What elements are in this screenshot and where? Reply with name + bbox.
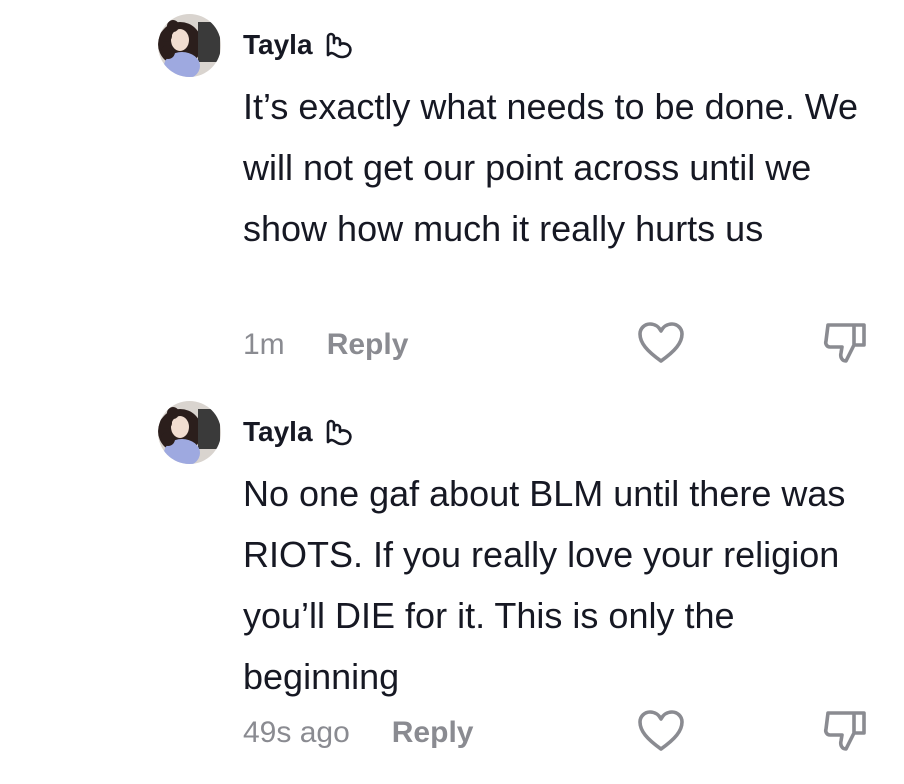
thumbs-down-outline-icon [823, 711, 866, 751]
dislike-button[interactable] [820, 318, 870, 368]
heart-outline-icon [638, 710, 684, 751]
comment-text: It’s exactly what needs to be done. We w… [243, 86, 859, 249]
author-name[interactable]: Tayla [243, 416, 313, 448]
like-button[interactable] [636, 706, 686, 756]
comment-meta: 1m Reply [243, 323, 408, 367]
avatar[interactable] [158, 14, 221, 77]
comment-text: No one gaf about BLM until there was RIO… [243, 473, 846, 697]
dislike-button[interactable] [820, 706, 870, 756]
author-row: Tayla [243, 412, 357, 452]
comment-meta: 49s ago Reply [243, 711, 473, 755]
comment-timestamp: 1m [243, 328, 285, 361]
hand-gesture-icon [321, 414, 357, 450]
avatar-image [158, 14, 221, 77]
reply-button[interactable]: Reply [392, 716, 474, 750]
author-name[interactable]: Tayla [243, 29, 313, 61]
heart-outline-icon [638, 322, 684, 363]
comment-timestamp: 49s ago [243, 716, 350, 749]
like-button[interactable] [636, 318, 686, 368]
thumbs-down-outline-icon [823, 323, 866, 363]
avatar[interactable] [158, 401, 221, 464]
avatar-image [158, 401, 221, 464]
author-row: Tayla [243, 25, 357, 65]
reply-button[interactable]: Reply [327, 328, 409, 362]
hand-gesture-icon [321, 27, 357, 63]
